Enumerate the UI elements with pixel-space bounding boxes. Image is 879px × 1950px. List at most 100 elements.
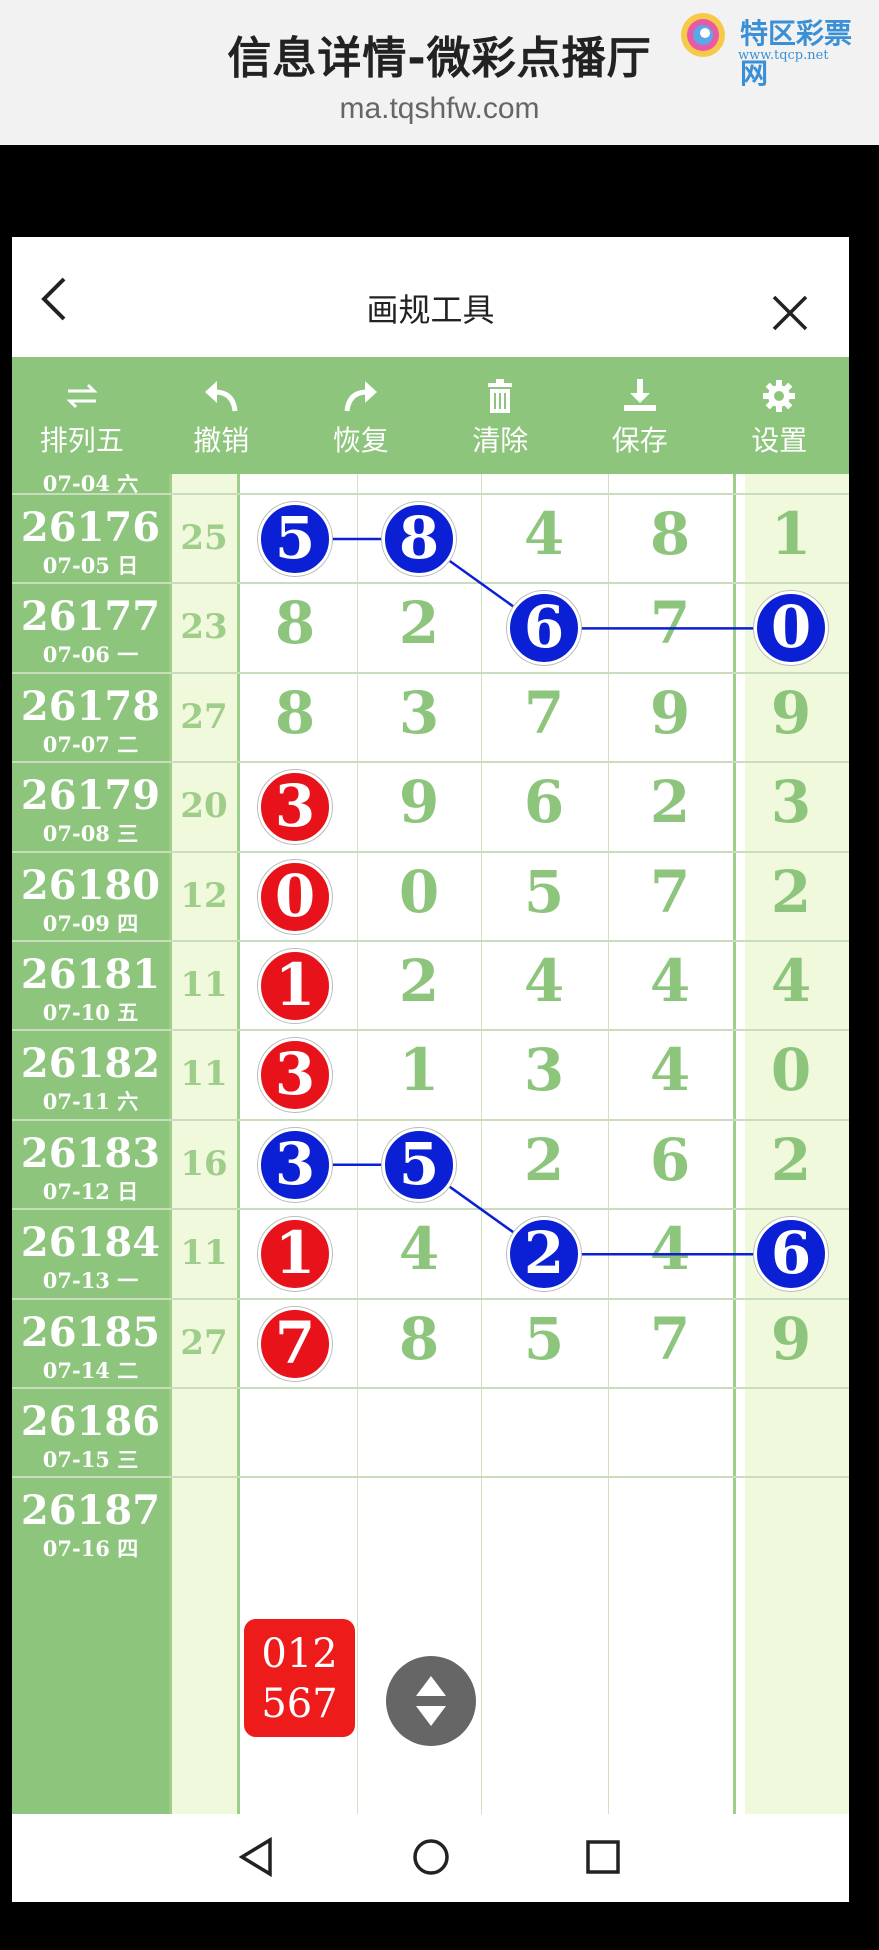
prediction-box[interactable]: 012 567 (244, 1619, 355, 1737)
digit-cell[interactable]: 2 (741, 858, 841, 926)
toolbar-settings-button[interactable]: 设置 (710, 357, 850, 474)
digit-cell[interactable]: 5 (494, 1305, 594, 1373)
digit-cell[interactable]: 3 (741, 768, 841, 836)
row-divider (12, 1476, 849, 1479)
row-divider (12, 582, 849, 585)
row-divider (12, 940, 849, 942)
scroll-toggle-button[interactable] (386, 1656, 476, 1746)
scroll-toggle-icon (416, 1676, 446, 1726)
blue-ball-marker[interactable]: 8 (382, 502, 456, 576)
period-number: 26187 (20, 1487, 161, 1535)
close-icon[interactable] (770, 293, 810, 333)
toolbar-label: 设置 (751, 424, 808, 457)
sum-value: 11 (180, 1054, 228, 1095)
toolbar-label: 清除 (472, 424, 529, 457)
digit-cell[interactable]: 8 (369, 1305, 469, 1373)
toolbar-lottery-switch-button[interactable]: 排列五 (12, 357, 152, 474)
home-circle-icon[interactable] (406, 1832, 456, 1882)
toolbar-redo-button[interactable]: 恢复 (291, 357, 431, 474)
blue-ball-marker[interactable]: 0 (754, 591, 828, 666)
sum-value: 27 (180, 696, 228, 737)
period-date: 07-15 三 (42, 1447, 139, 1472)
red-ball-marker[interactable]: 3 (258, 1038, 332, 1113)
digit-cell[interactable]: 8 (245, 589, 345, 657)
toolbar-label: 撤销 (193, 424, 250, 457)
period-number: 26176 (20, 504, 161, 551)
digit-cell[interactable]: 4 (620, 1215, 720, 1283)
trend-grid[interactable]: 07-04 六 26176 07-05 日 25 5 8 4 8 1 26177 07-06 一2… (12, 474, 849, 1814)
column-divider (357, 474, 358, 1814)
toolbar-clear-button[interactable]: 清除 (431, 357, 571, 474)
phone-screen: 画规工具 排列五 撤销 恢复 清除 保存 设置 07-04 六 26176 07… (12, 237, 849, 1902)
digit-cell[interactable]: 4 (620, 947, 720, 1015)
digit-cell[interactable]: 4 (494, 500, 594, 568)
digit-cell[interactable]: 4 (620, 1036, 720, 1104)
period-date: 07-11 六 (42, 1089, 139, 1115)
digit-cell[interactable]: 4 (369, 1215, 469, 1283)
digit-cell[interactable]: 9 (741, 679, 841, 747)
row-divider (12, 1118, 849, 1121)
blue-ball-marker[interactable]: 6 (507, 591, 581, 666)
digit-cell[interactable]: 2 (620, 768, 720, 836)
digit-cell[interactable]: 9 (620, 679, 720, 747)
digit-cell[interactable]: 9 (741, 1305, 841, 1373)
column-divider (733, 474, 736, 1814)
sum-value: 23 (180, 607, 228, 648)
digit-cell[interactable]: 2 (369, 947, 469, 1015)
digit-cell[interactable]: 3 (369, 679, 469, 747)
period-number: 26185 (20, 1308, 161, 1356)
digit-cell[interactable]: 7 (494, 679, 594, 747)
digit-cell[interactable]: 6 (620, 1126, 720, 1194)
digit-cell[interactable]: 3 (494, 1036, 594, 1104)
blue-ball-marker[interactable]: 6 (754, 1217, 828, 1292)
digit-cell[interactable]: 2 (494, 1126, 594, 1194)
digit-cell[interactable]: 6 (494, 768, 594, 836)
digit-cell[interactable]: 7 (620, 858, 720, 926)
digit-cell[interactable]: 4 (494, 947, 594, 1015)
row-divider (12, 1297, 849, 1300)
digit-cell[interactable]: 2 (741, 1126, 841, 1194)
digit-cell[interactable]: 1 (741, 500, 841, 568)
back-triangle-icon[interactable] (234, 1832, 284, 1882)
period-number: 26178 (20, 682, 161, 730)
blue-ball-marker[interactable]: 5 (258, 502, 332, 576)
gear-icon (763, 380, 796, 412)
sum-value: 12 (180, 875, 228, 916)
toolbar: 排列五 撤销 恢复 清除 保存 设置 (12, 357, 849, 474)
digit-cell[interactable]: 7 (620, 1305, 720, 1373)
digit-cell[interactable]: 8 (620, 500, 720, 568)
red-ball-marker[interactable]: 1 (258, 1217, 332, 1292)
digit-cell[interactable]: 8 (245, 679, 345, 747)
red-ball-marker[interactable]: 7 (258, 1306, 332, 1381)
brand-logo: 特区彩票网 www.tqcp.net (676, 8, 876, 90)
blue-ball-marker[interactable]: 5 (382, 1127, 456, 1202)
site-url[interactable]: ma.tqshfw.com (0, 92, 879, 126)
column-divider (608, 474, 609, 1814)
header-banner: 信息详情-微彩点播厅 ma.tqshfw.com 特区彩票网 www.tqcp.… (0, 0, 879, 145)
row-divider (12, 671, 849, 674)
period-date: 07-09 四 (42, 910, 139, 936)
recents-square-icon[interactable] (578, 1832, 628, 1882)
digit-cell[interactable]: 0 (741, 1036, 841, 1104)
digit-cell[interactable]: 2 (369, 589, 469, 657)
digit-cell[interactable]: 5 (494, 858, 594, 926)
red-ball-marker[interactable]: 1 (258, 949, 332, 1023)
sum-value: 27 (180, 1322, 228, 1363)
digit-cell[interactable]: 9 (369, 768, 469, 836)
row-divider (12, 761, 849, 764)
period-date: 07-14 二 (42, 1357, 139, 1383)
digit-cell[interactable]: 1 (369, 1036, 469, 1104)
digit-cell[interactable]: 0 (369, 858, 469, 926)
red-ball-marker[interactable]: 0 (258, 859, 332, 934)
toolbar-undo-button[interactable]: 撤销 (152, 357, 292, 474)
toolbar-save-button[interactable]: 保存 (570, 357, 710, 474)
sum-value: 16 (180, 1143, 228, 1184)
system-navbar (12, 1814, 849, 1902)
period-number: 26183 (20, 1129, 161, 1177)
blue-ball-marker[interactable]: 3 (258, 1127, 332, 1202)
red-ball-marker[interactable]: 3 (258, 770, 332, 845)
blue-ball-marker[interactable]: 2 (507, 1217, 581, 1292)
digit-cell[interactable]: 4 (741, 947, 841, 1015)
redo-icon (344, 381, 377, 412)
digit-cell[interactable]: 7 (620, 589, 720, 657)
